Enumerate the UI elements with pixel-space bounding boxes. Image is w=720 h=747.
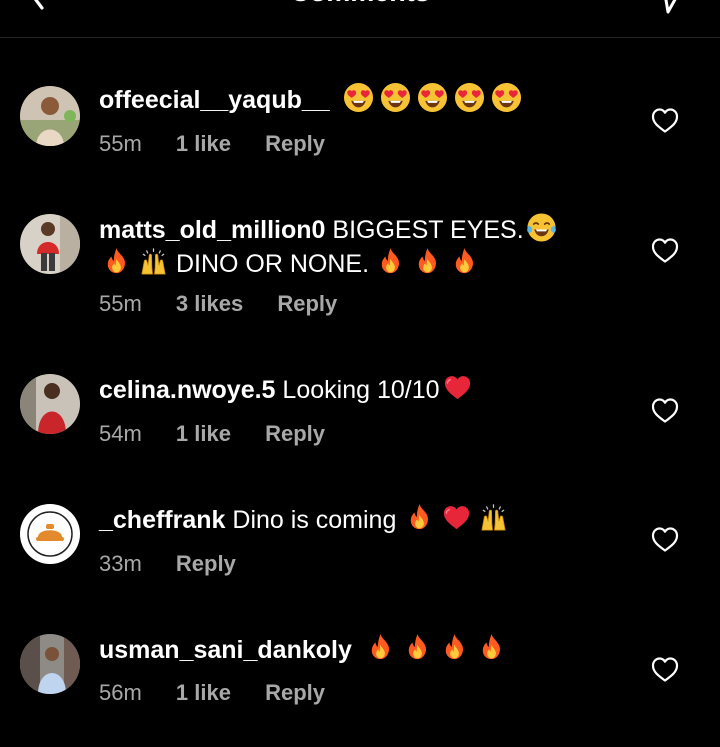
heart-eyes-emoji bbox=[491, 82, 522, 113]
comment-time: 55m bbox=[99, 291, 142, 316]
send-icon[interactable] bbox=[648, 0, 692, 16]
heart-outline-icon[interactable] bbox=[650, 655, 680, 683]
page-title: Comments bbox=[0, 0, 720, 8]
comment-username[interactable]: _cheffrank bbox=[99, 506, 225, 534]
fire-emoji bbox=[449, 246, 480, 277]
fire-emoji bbox=[412, 246, 443, 277]
comment-text: usman_sani_dankoly bbox=[99, 632, 614, 666]
comment-username[interactable]: offeecial__yaqub__ bbox=[99, 86, 330, 114]
comment-meta: 54m 1 like Reply bbox=[99, 421, 353, 447]
red-heart-emoji bbox=[441, 502, 472, 533]
fire-emoji bbox=[402, 632, 433, 663]
comment-text: matts_old_million0 BIGGEST EYES. DINO OR… bbox=[99, 212, 614, 280]
comment-text: offeecial__yaqub__ bbox=[99, 82, 614, 116]
comment-text: _cheffrank Dino is coming bbox=[99, 502, 614, 536]
fire-emoji bbox=[404, 502, 435, 533]
reply-button[interactable]: Reply bbox=[265, 131, 325, 157]
heart-outline-icon[interactable] bbox=[650, 525, 680, 553]
likes-count[interactable]: 1 like bbox=[176, 680, 231, 706]
likes-count[interactable]: 3 likes bbox=[176, 291, 243, 317]
comment-body: Dino is coming bbox=[232, 506, 397, 534]
likes-count[interactable]: 1 like bbox=[176, 421, 231, 447]
likes-count[interactable]: 1 like bbox=[176, 131, 231, 157]
avatar[interactable] bbox=[20, 214, 80, 274]
reply-button[interactable]: Reply bbox=[265, 680, 325, 706]
red-heart-emoji bbox=[442, 372, 473, 403]
heart-outline-icon[interactable] bbox=[650, 106, 680, 134]
fire-emoji bbox=[375, 246, 406, 277]
avatar[interactable] bbox=[20, 634, 80, 694]
comment-time: 55m bbox=[99, 131, 142, 156]
comment-time: 33m bbox=[99, 551, 142, 576]
comment-body: BIGGEST EYES. bbox=[332, 216, 524, 244]
heart-eyes-emoji bbox=[380, 82, 411, 113]
reply-button[interactable]: Reply bbox=[265, 421, 325, 447]
raised-hands-emoji bbox=[138, 246, 169, 277]
comment-time: 54m bbox=[99, 421, 142, 446]
header-bar: Comments bbox=[0, 0, 720, 38]
comment-username[interactable]: celina.nwoye.5 bbox=[99, 376, 275, 404]
comment-meta: 55m 1 like Reply bbox=[99, 131, 353, 157]
comment-time: 56m bbox=[99, 680, 142, 705]
reply-button[interactable]: Reply bbox=[277, 291, 337, 317]
comment-text: celina.nwoye.5 Looking 10/10 bbox=[99, 372, 614, 406]
comment-username[interactable]: matts_old_million0 bbox=[99, 216, 325, 244]
comment-body: Looking 10/10 bbox=[282, 376, 440, 404]
fire-emoji bbox=[365, 632, 396, 663]
avatar[interactable] bbox=[20, 86, 80, 146]
avatar[interactable] bbox=[20, 374, 80, 434]
heart-eyes-emoji bbox=[343, 82, 374, 113]
heart-outline-icon[interactable] bbox=[650, 396, 680, 424]
reply-button[interactable]: Reply bbox=[176, 551, 236, 577]
comment-meta: 55m 3 likes Reply bbox=[99, 291, 365, 317]
heart-eyes-emoji bbox=[454, 82, 485, 113]
heart-eyes-emoji bbox=[417, 82, 448, 113]
comment-username[interactable]: usman_sani_dankoly bbox=[99, 636, 352, 664]
raised-hands-emoji bbox=[478, 502, 509, 533]
comment-body: DINO OR NONE. bbox=[175, 250, 370, 278]
fire-emoji bbox=[439, 632, 470, 663]
joy-emoji bbox=[526, 212, 557, 243]
heart-outline-icon[interactable] bbox=[650, 236, 680, 264]
fire-emoji bbox=[101, 246, 132, 277]
fire-emoji bbox=[476, 632, 507, 663]
comment-meta: 56m 1 like Reply bbox=[99, 680, 353, 706]
avatar[interactable] bbox=[20, 504, 80, 564]
comment-meta: 33m Reply bbox=[99, 551, 264, 577]
